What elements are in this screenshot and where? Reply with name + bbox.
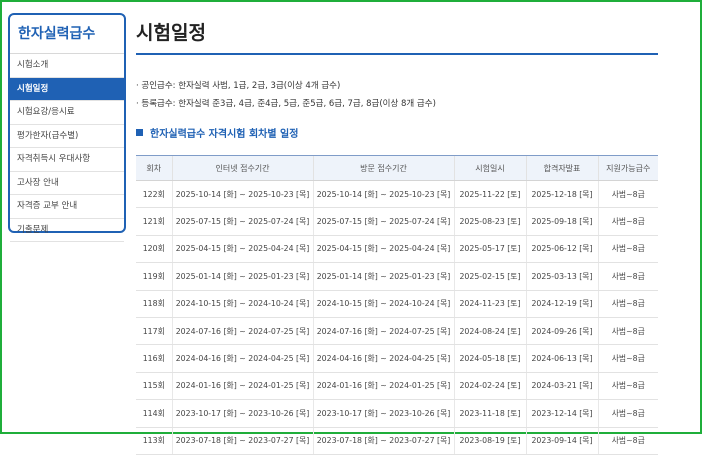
info-line-certified: · 공인급수: 한자실력 사범, 1급, 2급, 3급(이상 4개 급수) — [136, 81, 341, 91]
online-period-cell: 2024-01-16 [화] ~ 2024-01-25 [목] — [171, 372, 313, 401]
sidebar-item-benefits[interactable]: 자격취득시 우대사항 — [10, 148, 124, 172]
table-row: 113회 2023-07-18 [화] ~ 2023-07-27 [목] 2023-… — [136, 427, 658, 455]
exam-date-cell: 2024-05-18 [토] — [453, 344, 526, 373]
column-header-exam-date: 시험일시 — [453, 155, 526, 181]
exam-date-cell: 2025-11-22 [토] — [453, 180, 526, 209]
levels-cell: 사범~8급 — [597, 427, 658, 455]
result-date-cell: 2023-12-14 [목] — [525, 399, 598, 428]
levels-cell: 사범~8급 — [597, 262, 658, 291]
round-cell: 120회 — [136, 235, 172, 264]
sidebar-item-exam-schedule[interactable]: 시험일정 — [10, 77, 124, 101]
round-cell: 113회 — [136, 427, 172, 455]
result-date-cell: 2024-09-26 [목] — [525, 317, 598, 346]
exam-date-cell: 2025-05-17 [토] — [453, 235, 526, 264]
sidebar-item-exam-guide-fee[interactable]: 시험요강/응시료 — [10, 101, 124, 125]
table-row: 114회 2023-10-17 [화] ~ 2023-10-26 [목] 2023-… — [136, 399, 658, 428]
levels-cell: 사범~8급 — [597, 207, 658, 236]
round-cell: 121회 — [136, 207, 172, 236]
column-header-round: 회차 — [136, 155, 172, 181]
round-cell: 119회 — [136, 262, 172, 291]
schedule-table: 회차 인터넷 접수기간 방문 접수기간 시험일시 합격자발표 지원가능급수 12… — [136, 155, 658, 455]
exam-date-cell: 2024-08-24 [토] — [453, 317, 526, 346]
visit-period-cell: 2025-01-14 [화] ~ 2025-01-23 [목] — [312, 262, 454, 291]
online-period-cell: 2024-04-16 [화] ~ 2024-04-25 [목] — [171, 344, 313, 373]
result-date-cell: 2025-09-18 [목] — [525, 207, 598, 236]
column-header-online-period: 인터넷 접수기간 — [171, 155, 313, 181]
page-title: 시험일정 — [136, 22, 206, 44]
online-period-cell: 2025-04-15 [화] ~ 2025-04-24 [목] — [171, 235, 313, 264]
column-header-visit-period: 방문 접수기간 — [312, 155, 454, 181]
round-cell: 114회 — [136, 399, 172, 428]
sidebar-title: 한자실력급수 — [10, 15, 124, 54]
online-period-cell: 2025-01-14 [화] ~ 2025-01-23 [목] — [171, 262, 313, 291]
title-divider — [136, 53, 658, 55]
table-row: 119회 2025-01-14 [화] ~ 2025-01-23 [목] 2025-… — [136, 262, 658, 291]
visit-period-cell: 2024-01-16 [화] ~ 2024-01-25 [목] — [312, 372, 454, 401]
sidebar: 한자실력급수 시험소개 시험일정 시험요강/응시료 평가한자(급수별) 자격취득… — [8, 13, 126, 242]
table-row: 116회 2024-04-16 [화] ~ 2024-04-25 [목] 2024-… — [136, 344, 658, 373]
online-period-cell: 2024-07-16 [화] ~ 2024-07-25 [목] — [171, 317, 313, 346]
visit-period-cell: 2024-07-16 [화] ~ 2024-07-25 [목] — [312, 317, 454, 346]
square-bullet-icon — [136, 129, 143, 136]
round-cell: 115회 — [136, 372, 172, 401]
main-content: 시험일정 · 공인급수: 한자실력 사범, 1급, 2급, 3급(이상 4개 급… — [136, 13, 658, 455]
visit-period-cell: 2025-07-15 [화] ~ 2025-07-24 [목] — [312, 207, 454, 236]
exam-date-cell: 2023-11-18 [토] — [453, 399, 526, 428]
exam-date-cell: 2024-11-23 [토] — [453, 290, 526, 318]
result-date-cell: 2023-09-14 [목] — [525, 427, 598, 455]
sidebar-menu: 시험소개 시험일정 시험요강/응시료 평가한자(급수별) 자격취득시 우대사항 … — [10, 54, 124, 242]
levels-cell: 사범~8급 — [597, 372, 658, 401]
levels-cell: 사범~8급 — [597, 235, 658, 264]
sidebar-item-hanja-by-level[interactable]: 평가한자(급수별) — [10, 125, 124, 148]
sidebar-item-exam-intro[interactable]: 시험소개 — [10, 54, 124, 78]
online-period-cell: 2023-10-17 [화] ~ 2023-10-26 [목] — [171, 399, 313, 428]
section-title-text: 한자실력급수 자격시험 회차별 일정 — [150, 129, 299, 140]
column-header-levels: 지원가능급수 — [597, 155, 658, 181]
table-row: 122회 2025-10-14 [화] ~ 2025-10-23 [목] 2025-… — [136, 180, 658, 209]
round-cell: 122회 — [136, 180, 172, 209]
grade-info: · 공인급수: 한자실력 사범, 1급, 2급, 3급(이상 4개 급수) · … — [136, 77, 658, 113]
exam-date-cell: 2025-02-15 [토] — [453, 262, 526, 291]
sidebar-item-certificate-issue[interactable]: 자격증 교부 안내 — [10, 195, 124, 219]
online-period-cell: 2025-07-15 [화] ~ 2025-07-24 [목] — [171, 207, 313, 236]
levels-cell: 사범~8급 — [597, 344, 658, 373]
result-date-cell: 2025-12-18 [목] — [525, 180, 598, 209]
online-period-cell: 2025-10-14 [화] ~ 2025-10-23 [목] — [171, 180, 313, 209]
result-date-cell: 2025-03-13 [목] — [525, 262, 598, 291]
online-period-cell: 2024-10-15 [화] ~ 2024-10-24 [목] — [171, 290, 313, 318]
table-header-row: 회차 인터넷 접수기간 방문 접수기간 시험일시 합격자발표 지원가능급수 — [136, 155, 658, 181]
visit-period-cell: 2024-04-16 [화] ~ 2024-04-25 [목] — [312, 344, 454, 373]
result-date-cell: 2024-12-19 [목] — [525, 290, 598, 318]
info-line-registered: · 등록급수: 한자실력 준3급, 4급, 준4급, 5급, 준5급, 6급, … — [136, 99, 436, 109]
round-cell: 118회 — [136, 290, 172, 318]
section-title: 한자실력급수 자격시험 회차별 일정 — [136, 127, 658, 143]
sidebar-item-past-exams[interactable]: 기출문제 — [10, 219, 124, 242]
visit-period-cell: 2024-10-15 [화] ~ 2024-10-24 [목] — [312, 290, 454, 318]
column-header-result-date: 합격자발표 — [525, 155, 598, 181]
exam-date-cell: 2025-08-23 [토] — [453, 207, 526, 236]
table-row: 118회 2024-10-15 [화] ~ 2024-10-24 [목] 2024-… — [136, 290, 658, 318]
exam-date-cell: 2024-02-24 [토] — [453, 372, 526, 401]
levels-cell: 사범~8급 — [597, 317, 658, 346]
round-cell: 117회 — [136, 317, 172, 346]
levels-cell: 사범~8급 — [597, 399, 658, 428]
visit-period-cell: 2025-10-14 [화] ~ 2025-10-23 [목] — [312, 180, 454, 209]
table-row: 115회 2024-01-16 [화] ~ 2024-01-25 [목] 2024-… — [136, 372, 658, 401]
round-cell: 116회 — [136, 344, 172, 373]
table-row: 120회 2025-04-15 [화] ~ 2025-04-24 [목] 2025-… — [136, 235, 658, 264]
table-row: 121회 2025-07-15 [화] ~ 2025-07-24 [목] 2025-… — [136, 207, 658, 236]
result-date-cell: 2024-03-21 [목] — [525, 372, 598, 401]
exam-date-cell: 2023-08-19 [토] — [453, 427, 526, 455]
visit-period-cell: 2023-07-18 [화] ~ 2023-07-27 [목] — [312, 427, 454, 455]
visit-period-cell: 2025-04-15 [화] ~ 2025-04-24 [목] — [312, 235, 454, 264]
result-date-cell: 2025-06-12 [목] — [525, 235, 598, 264]
visit-period-cell: 2023-10-17 [화] ~ 2023-10-26 [목] — [312, 399, 454, 428]
levels-cell: 사범~8급 — [597, 290, 658, 318]
result-date-cell: 2024-06-13 [목] — [525, 344, 598, 373]
online-period-cell: 2023-07-18 [화] ~ 2023-07-27 [목] — [171, 427, 313, 455]
levels-cell: 사범~8급 — [597, 180, 658, 209]
sidebar-item-test-venue[interactable]: 고사장 안내 — [10, 172, 124, 195]
table-row: 117회 2024-07-16 [화] ~ 2024-07-25 [목] 2024-… — [136, 317, 658, 346]
